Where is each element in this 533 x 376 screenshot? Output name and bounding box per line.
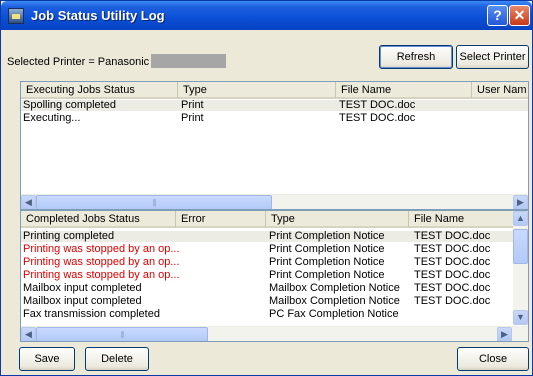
- delete-button[interactable]: Delete: [85, 347, 149, 371]
- col-header-completed-status[interactable]: Completed Jobs Status: [21, 211, 176, 228]
- completed-horizontal-scrollbar[interactable]: ◀ ||| ▶: [21, 326, 528, 341]
- select-printer-button[interactable]: Select Printer: [456, 45, 529, 69]
- col-header-file-name[interactable]: File Name: [409, 211, 514, 228]
- help-button[interactable]: ?: [487, 5, 508, 26]
- cell-file-name: TEST DOC.doc: [414, 256, 491, 268]
- save-button-label: Save: [34, 353, 60, 365]
- col-header-user-name[interactable]: User Nam: [472, 82, 528, 99]
- scroll-down-icon[interactable]: ▼: [513, 310, 528, 325]
- cell-type: Print: [181, 99, 204, 111]
- cell-status: Printing completed: [23, 230, 115, 242]
- scroll-right-icon[interactable]: ▶: [513, 195, 528, 209]
- table-row[interactable]: Mailbox input completed Mailbox Completi…: [21, 282, 514, 294]
- cell-file-name: TEST DOC.doc: [339, 99, 416, 111]
- cell-type: Print Completion Notice: [269, 256, 385, 268]
- col-header-type[interactable]: Type: [266, 211, 409, 228]
- close-button[interactable]: Close: [457, 347, 529, 371]
- cell-status: Printing was stopped by an op...: [23, 269, 180, 281]
- scroll-thumb[interactable]: |||: [36, 195, 272, 209]
- table-row[interactable]: Printing was stopped by an op... Print C…: [21, 243, 514, 255]
- scroll-thumb[interactable]: |||: [36, 327, 208, 341]
- cell-type: PC Fax Completion Notice: [269, 308, 399, 320]
- cell-type: Mailbox Completion Notice: [269, 295, 400, 307]
- cell-file-name: TEST DOC.doc: [414, 230, 491, 242]
- cell-file-name: TEST DOC.doc: [414, 243, 491, 255]
- printer-name-redacted: [151, 54, 226, 68]
- scroll-right-icon[interactable]: ▶: [497, 327, 512, 341]
- table-row[interactable]: Spolling completed Print TEST DOC.doc: [21, 99, 528, 111]
- table-row[interactable]: Printing was stopped by an op... Print C…: [21, 256, 514, 268]
- cell-file-name: TEST DOC.doc: [414, 282, 491, 294]
- scroll-thumb[interactable]: [513, 229, 528, 264]
- table-row[interactable]: Mailbox input completed Mailbox Completi…: [21, 295, 514, 307]
- cell-status: Spolling completed: [23, 99, 116, 111]
- close-button-label: Close: [478, 353, 508, 365]
- cell-type: Print: [181, 112, 204, 124]
- save-button[interactable]: Save: [19, 347, 75, 371]
- cell-status: Printing was stopped by an op...: [23, 243, 180, 255]
- scroll-left-icon[interactable]: ◀: [21, 195, 36, 209]
- grip-icon: |||: [152, 199, 157, 206]
- delete-button-label: Delete: [101, 353, 133, 365]
- cell-type: Mailbox Completion Notice: [269, 282, 400, 294]
- scroll-left-icon[interactable]: ◀: [21, 327, 36, 341]
- window-close-button[interactable]: ✕: [509, 5, 530, 26]
- completed-vertical-scrollbar[interactable]: ▲ ▼: [513, 211, 528, 325]
- cell-type: Print Completion Notice: [269, 230, 385, 242]
- table-row[interactable]: Executing... Print TEST DOC.doc: [21, 112, 528, 124]
- cell-status: Executing...: [23, 112, 81, 124]
- cell-file-name: TEST DOC.doc: [339, 112, 416, 124]
- selected-printer-label: Selected Printer = Panasonic: [7, 56, 150, 68]
- cell-file-name: TEST DOC.doc: [414, 269, 491, 281]
- select-printer-button-label: Select Printer: [459, 51, 526, 63]
- app-icon: [8, 8, 24, 24]
- refresh-button-label: Refresh: [396, 51, 436, 63]
- cell-status: Mailbox input completed: [23, 295, 142, 307]
- job-status-window: Job Status Utility Log ? ✕ Selected Prin…: [0, 0, 533, 376]
- grip-icon: |||: [120, 331, 125, 338]
- cell-file-name: TEST DOC.doc: [414, 295, 491, 307]
- cell-status: Mailbox input completed: [23, 282, 142, 294]
- col-header-executing-status[interactable]: Executing Jobs Status: [21, 82, 178, 99]
- completed-jobs-list[interactable]: Completed Jobs Status Error Type File Na…: [20, 210, 529, 342]
- table-row[interactable]: Printing was stopped by an op... Print C…: [21, 269, 514, 281]
- title-bar[interactable]: Job Status Utility Log ? ✕: [1, 1, 532, 30]
- refresh-button[interactable]: Refresh: [379, 45, 453, 69]
- table-row[interactable]: Printing completed Print Completion Noti…: [21, 230, 514, 242]
- col-header-file-name[interactable]: File Name: [336, 82, 472, 99]
- cell-status: Fax transmission completed: [23, 308, 160, 320]
- col-header-error[interactable]: Error: [176, 211, 266, 228]
- cell-type: Print Completion Notice: [269, 269, 385, 281]
- executing-horizontal-scrollbar[interactable]: ◀ ||| ▶: [21, 194, 528, 209]
- executing-jobs-list[interactable]: Executing Jobs Status Type File Name Use…: [20, 81, 529, 210]
- col-header-type[interactable]: Type: [178, 82, 336, 99]
- scroll-up-icon[interactable]: ▲: [513, 211, 528, 226]
- table-row[interactable]: Fax transmission completed PC Fax Comple…: [21, 308, 514, 320]
- cell-status: Printing was stopped by an op...: [23, 256, 180, 268]
- window-title: Job Status Utility Log: [31, 8, 165, 23]
- cell-type: Print Completion Notice: [269, 243, 385, 255]
